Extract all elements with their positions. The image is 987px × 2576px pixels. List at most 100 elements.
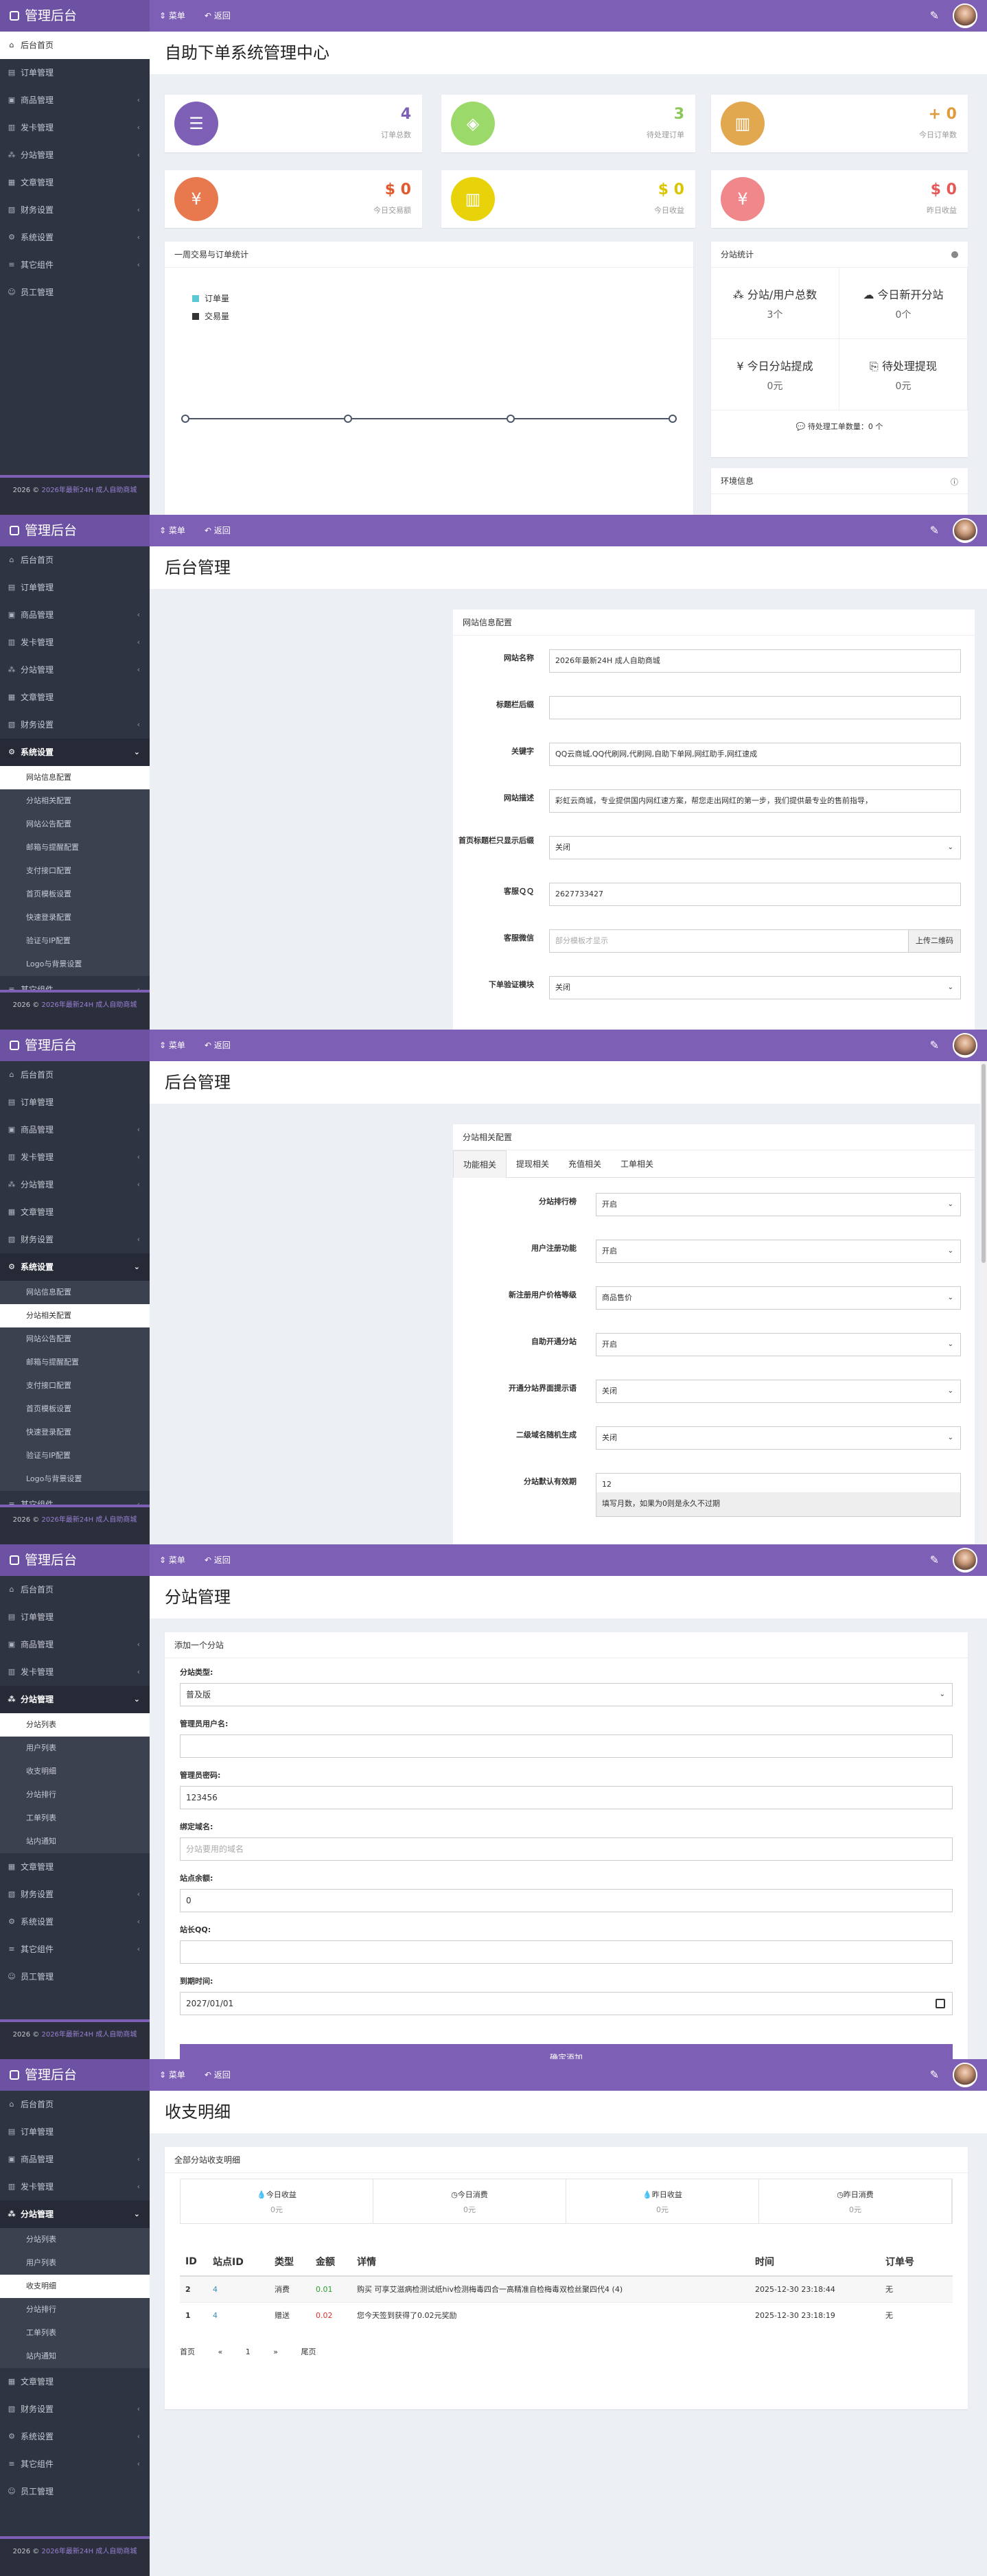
field-input[interactable]: 0 bbox=[180, 1889, 953, 1912]
submenu-item[interactable]: 网站信息配置 bbox=[0, 766, 150, 789]
sidebar-item-articles[interactable]: ▦ 文章管理 bbox=[0, 684, 150, 711]
sidebar-item-home[interactable]: ⌂ 后台首页 bbox=[0, 1576, 150, 1603]
config-input[interactable]: 2627733427 bbox=[549, 883, 961, 906]
field-input[interactable]: 123456 bbox=[180, 1786, 953, 1809]
avatar[interactable] bbox=[953, 1548, 977, 1573]
avatar[interactable] bbox=[953, 518, 977, 543]
menu-toggle-button[interactable]: ⇕ 菜单 bbox=[159, 1041, 195, 1050]
sidebar-item-orders[interactable]: ▤ 订单管理 bbox=[0, 1603, 150, 1631]
sidebar-item-home[interactable]: ⌂ 后台首页 bbox=[0, 32, 150, 59]
sidebar-item-branches[interactable]: ⁂ 分站管理 ‹ bbox=[0, 656, 150, 684]
sidebar-item-finance[interactable]: ▧ 财务设置 ‹ bbox=[0, 1226, 150, 1253]
sidebar-item-components[interactable]: ≡其它组件‹ bbox=[0, 251, 150, 279]
tab-2[interactable]: 充值相关 bbox=[559, 1150, 611, 1178]
field-input[interactable]: 分站要用的域名 bbox=[180, 1837, 953, 1861]
config-input[interactable]: 关闭 ⌄ bbox=[549, 836, 961, 859]
sidebar-item-orders[interactable]: ▤ 订单管理 bbox=[0, 2118, 150, 2146]
sidebar-item-cards[interactable]: ▥ 发卡管理 ‹ bbox=[0, 1658, 150, 1686]
sidebar-item-goods[interactable]: ▣ 商品管理 ‹ bbox=[0, 1116, 150, 1144]
config-input[interactable]: 关闭 ⌄ bbox=[596, 1380, 961, 1403]
submenu-item[interactable]: 网站公告配置 bbox=[0, 813, 150, 836]
field-input[interactable] bbox=[180, 1734, 953, 1758]
config-input[interactable]: 开启 ⌄ bbox=[596, 1240, 961, 1263]
submenu-item[interactable]: 验证与IP配置 bbox=[0, 929, 150, 953]
config-input[interactable]: 关闭 ⌄ bbox=[549, 976, 961, 999]
submenu-item[interactable]: 分站列表 bbox=[0, 1713, 150, 1737]
sidebar-item-orders[interactable]: ▤ 订单管理 bbox=[0, 574, 150, 601]
page-link[interactable]: 1 bbox=[246, 2347, 251, 2356]
config-input[interactable]: 部分模板才显示 上传二维码 bbox=[549, 929, 961, 953]
submenu-item[interactable]: Logo与背景设置 bbox=[0, 953, 150, 976]
sidebar-item-home[interactable]: ⌂ 后台首页 bbox=[0, 2091, 150, 2118]
config-input[interactable]: 开启 ⌄ bbox=[596, 1193, 961, 1216]
sidebar-item-staff[interactable]: ☺员工管理 bbox=[0, 279, 150, 306]
page-link[interactable]: » bbox=[273, 2347, 278, 2356]
page-link[interactable]: 尾页 bbox=[301, 2347, 316, 2356]
wrench-icon[interactable]: ✎ bbox=[930, 524, 939, 537]
submenu-item[interactable]: 工单列表 bbox=[0, 2321, 150, 2345]
submenu-item[interactable]: 分站排行 bbox=[0, 2298, 150, 2321]
submenu-item[interactable]: 分站排行 bbox=[0, 1783, 150, 1807]
config-input[interactable]: 开启 ⌄ bbox=[596, 1333, 961, 1356]
sidebar-item-staff[interactable]: ☺员工管理 bbox=[0, 1963, 150, 1991]
sidebar-item-cards[interactable]: ▥ 发卡管理 ‹ bbox=[0, 114, 150, 141]
back-button[interactable]: ↶ 返回 bbox=[205, 1041, 240, 1050]
menu-toggle-button[interactable]: ⇕ 菜单 bbox=[159, 2070, 195, 2080]
config-input[interactable]: 彩虹云商城，专业提供国内网红速方案，帮您走出网红的第一步，我们提供最专业的售前指… bbox=[549, 789, 961, 813]
avatar[interactable] bbox=[953, 1033, 977, 1058]
submenu-item[interactable]: 快速登录配置 bbox=[0, 906, 150, 929]
wrench-icon[interactable]: ✎ bbox=[930, 1553, 939, 1566]
submenu-item[interactable]: 首页模板设置 bbox=[0, 1397, 150, 1421]
submenu-item[interactable]: 邮箱与提醒配置 bbox=[0, 1351, 150, 1374]
submenu-item[interactable]: 站内通知 bbox=[0, 2345, 150, 2368]
sidebar-item-orders[interactable]: ▤ 订单管理 bbox=[0, 59, 150, 86]
field-input[interactable]: 普及版 ⌄ bbox=[180, 1683, 953, 1706]
sidebar-item-system[interactable]: ⚙ 系统设置 ‹ bbox=[0, 224, 150, 251]
column-header[interactable]: 详情 bbox=[351, 2247, 750, 2277]
sidebar-item-cards[interactable]: ▥ 发卡管理 ‹ bbox=[0, 2173, 150, 2201]
wrench-icon[interactable]: ✎ bbox=[930, 2068, 939, 2081]
sidebar-item-finance[interactable]: ▧ 财务设置 ‹ bbox=[0, 711, 150, 739]
pending-tickets[interactable]: 💬 待处理工单数量：0 个 bbox=[711, 413, 968, 441]
sidebar-item-cards[interactable]: ▥ 发卡管理 ‹ bbox=[0, 1144, 150, 1171]
sidebar-item-branches[interactable]: ⁂ 分站管理 ‹ bbox=[0, 141, 150, 169]
config-input[interactable]: 商品售价 ⌄ bbox=[596, 1286, 961, 1310]
sidebar-item-goods[interactable]: ▣ 商品管理 ‹ bbox=[0, 1631, 150, 1658]
submenu-item[interactable]: 收支明细 bbox=[0, 2275, 150, 2298]
sidebar-item-system[interactable]: ⚙ 系统设置 ‹ bbox=[0, 1908, 150, 1936]
back-button[interactable]: ↶ 返回 bbox=[205, 1555, 240, 1565]
sidebar-item-articles[interactable]: ▦ 文章管理 bbox=[0, 1853, 150, 1881]
info-icon[interactable]: ⓘ bbox=[951, 476, 958, 487]
page-link[interactable]: « bbox=[218, 2347, 223, 2356]
sidebar-item-components[interactable]: ≡其它组件‹ bbox=[0, 1936, 150, 1963]
tab-3[interactable]: 工单相关 bbox=[611, 1150, 663, 1178]
wrench-icon[interactable]: ✎ bbox=[930, 1038, 939, 1052]
avatar[interactable] bbox=[953, 3, 977, 28]
sidebar-item-goods[interactable]: ▣ 商品管理 ‹ bbox=[0, 86, 150, 114]
app-logo[interactable]: 管理后台 bbox=[0, 2059, 150, 2091]
app-logo[interactable]: 管理后台 bbox=[0, 1030, 150, 1061]
sidebar-item-home[interactable]: ⌂ 后台首页 bbox=[0, 546, 150, 574]
column-header[interactable]: ID bbox=[180, 2247, 207, 2277]
wrench-icon[interactable]: ✎ bbox=[930, 9, 939, 22]
submenu-item[interactable]: 分站相关配置 bbox=[0, 1304, 150, 1327]
sidebar-item-staff[interactable]: ☺员工管理 bbox=[0, 2478, 150, 2505]
sidebar-item-articles[interactable]: ▦ 文章管理 bbox=[0, 2368, 150, 2395]
field-input[interactable]: 2027/01/01 bbox=[180, 1992, 953, 2015]
submenu-item[interactable]: 网站信息配置 bbox=[0, 1281, 150, 1304]
field-input[interactable] bbox=[180, 1940, 953, 1964]
config-input[interactable]: QQ云商城,QQ代刷网,代刷网,自助下单网,网红助手,网红速成 bbox=[549, 743, 961, 766]
sidebar-item-orders[interactable]: ▤ 订单管理 bbox=[0, 1089, 150, 1116]
sidebar-item-system[interactable]: ⚙ 系统设置 ‹ bbox=[0, 2423, 150, 2450]
calendar-icon[interactable] bbox=[936, 1999, 945, 2008]
sidebar-item-goods[interactable]: ▣ 商品管理 ‹ bbox=[0, 601, 150, 629]
config-input[interactable] bbox=[549, 696, 961, 719]
sidebar-item-goods[interactable]: ▣ 商品管理 ‹ bbox=[0, 2146, 150, 2173]
back-button[interactable]: ↶ 返回 bbox=[205, 526, 240, 535]
submenu-item[interactable]: 分站相关配置 bbox=[0, 789, 150, 813]
back-button[interactable]: ↶ 返回 bbox=[205, 11, 240, 21]
app-logo[interactable]: 管理后台 bbox=[0, 515, 150, 546]
submenu-item[interactable]: 用户列表 bbox=[0, 2251, 150, 2275]
upload-qr-button[interactable]: 上传二维码 bbox=[908, 930, 960, 952]
tab-0[interactable]: 功能相关 bbox=[453, 1150, 507, 1178]
